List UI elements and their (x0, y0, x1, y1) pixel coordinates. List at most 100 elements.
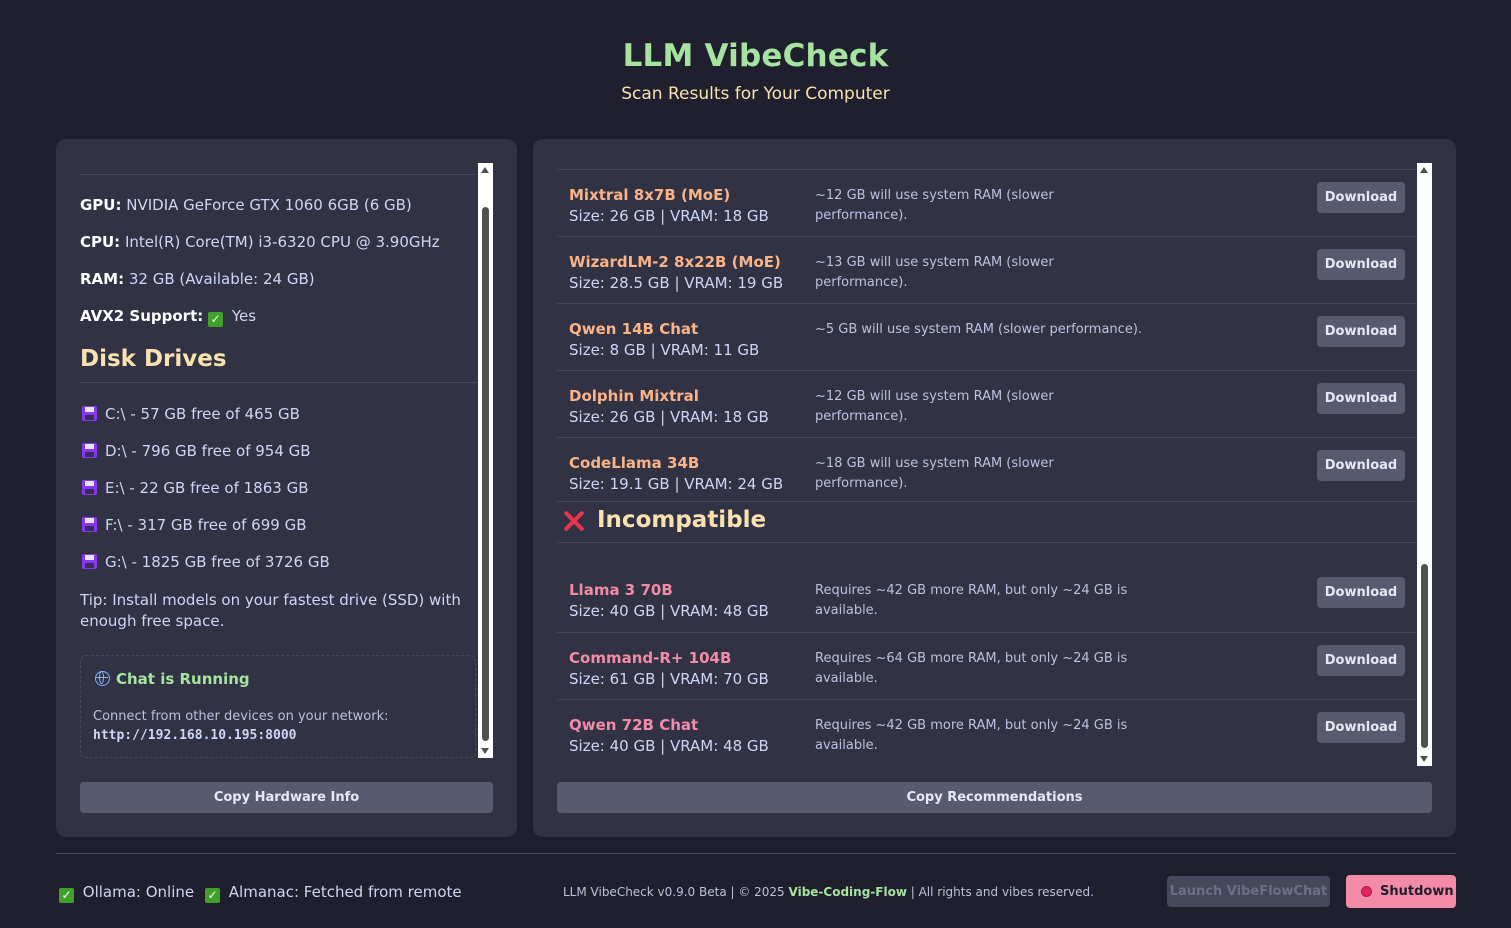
floppy-disk-icon (82, 480, 97, 495)
almanac-status-text: Almanac: Fetched from remote (228, 883, 462, 901)
hardware-scrollbar[interactable] (478, 163, 493, 758)
model-note: ~12 GB will use system RAM (slower perfo… (815, 389, 1054, 424)
model-row: Qwen 72B Chat Size: 40 GB | VRAM: 48 GB … (557, 699, 1416, 766)
shutdown-button[interactable]: Shutdown (1346, 875, 1456, 908)
incompatible-section-header: Incompatible (557, 501, 1416, 543)
model-size: Size: 61 GB | VRAM: 70 GB (569, 670, 769, 688)
check-icon: ✓ (205, 888, 220, 903)
scroll-down-arrow-icon[interactable] (1420, 756, 1428, 762)
ram-label: RAM: (80, 270, 125, 288)
model-row: Mixtral 8x7B (MoE) Size: 26 GB | VRAM: 1… (557, 169, 1416, 236)
copy-recommendations-button[interactable]: Copy Recommendations (557, 782, 1432, 813)
download-button[interactable]: Download (1317, 645, 1405, 676)
drive-text: C:\ - 57 GB free of 465 GB (105, 405, 300, 423)
divider (80, 382, 480, 383)
app-subtitle: Scan Results for Your Computer (621, 84, 890, 104)
model-size: Size: 19.1 GB | VRAM: 24 GB (569, 475, 784, 493)
model-note: Requires ~42 GB more RAM, but only ~24 G… (815, 718, 1128, 753)
drive-item: C:\ - 57 GB free of 465 GB (82, 405, 300, 423)
cpu-info: CPU: Intel(R) Core(TM) i3-6320 CPU @ 3.9… (80, 233, 440, 251)
red-circle-icon (1361, 886, 1372, 897)
cpu-label: CPU: (80, 233, 121, 251)
model-note: Requires ~64 GB more RAM, but only ~24 G… (815, 651, 1128, 686)
gpu-info: GPU: NVIDIA GeForce GTX 1060 6GB (6 GB) (80, 196, 412, 214)
incompatible-title: Incompatible (597, 507, 767, 533)
launch-vibeflowchat-button[interactable]: Launch VibeFlowChat (1167, 876, 1330, 907)
model-size: Size: 26 GB | VRAM: 18 GB (569, 207, 769, 225)
footer-divider (56, 853, 1456, 854)
check-icon: ✓ (59, 888, 74, 903)
drive-text: D:\ - 796 GB free of 954 GB (105, 442, 311, 460)
scroll-up-arrow-icon[interactable] (1420, 167, 1428, 173)
floppy-disk-icon (82, 406, 97, 421)
gpu-label: GPU: (80, 196, 122, 214)
recommendations-scroll-area[interactable]: Mixtral 8x7B (MoE) Size: 26 GB | VRAM: 1… (557, 163, 1432, 766)
drive-item: G:\ - 1825 GB free of 3726 GB (82, 553, 330, 571)
model-note: ~18 GB will use system RAM (slower perfo… (815, 456, 1054, 491)
chat-url[interactable]: http://192.168.10.195:8000 (93, 728, 297, 743)
app-title: LLM VibeCheck (622, 38, 889, 74)
model-note: ~13 GB will use system RAM (slower perfo… (815, 255, 1054, 290)
floppy-disk-icon (82, 554, 97, 569)
cpu-value: Intel(R) Core(TM) i3-6320 CPU @ 3.90GHz (124, 233, 440, 251)
scrollbar-thumb[interactable] (1421, 564, 1428, 748)
hardware-panel: GPU: NVIDIA GeForce GTX 1060 6GB (6 GB) … (56, 139, 517, 837)
avx2-info: AVX2 Support: ✓ Yes (80, 307, 256, 327)
drive-text: G:\ - 1825 GB free of 3726 GB (105, 553, 330, 571)
download-button[interactable]: Download (1317, 182, 1405, 213)
scroll-up-arrow-icon[interactable] (481, 167, 489, 173)
model-size: Size: 28.5 GB | VRAM: 19 GB (569, 274, 784, 292)
brand-link[interactable]: Vibe-Coding-Flow (789, 885, 907, 899)
download-button[interactable]: Download (1317, 577, 1405, 608)
chat-status-title: Chat is Running (95, 670, 250, 688)
hardware-scroll-area[interactable]: GPU: NVIDIA GeForce GTX 1060 6GB (6 GB) … (80, 163, 493, 758)
gpu-value: NVIDIA GeForce GTX 1060 6GB (6 GB) (126, 196, 412, 214)
recommendations-scrollbar[interactable] (1417, 163, 1432, 766)
disk-drives-title: Disk Drives (80, 346, 227, 372)
model-size: Size: 26 GB | VRAM: 18 GB (569, 408, 769, 426)
shutdown-label: Shutdown (1380, 884, 1454, 899)
avx2-label: AVX2 Support: (80, 307, 204, 325)
header: LLM VibeCheck Scan Results for Your Comp… (0, 38, 1511, 104)
drive-item: D:\ - 796 GB free of 954 GB (82, 442, 311, 460)
almanac-status: ✓ Almanac: Fetched from remote (205, 883, 462, 903)
model-row: Llama 3 70B Size: 40 GB | VRAM: 48 GB Re… (557, 565, 1416, 632)
chat-description: Connect from other devices on your netwo… (93, 709, 389, 724)
model-size: Size: 8 GB | VRAM: 11 GB (569, 341, 760, 359)
model-note: ~5 GB will use system RAM (slower perfor… (815, 322, 1143, 337)
download-button[interactable]: Download (1317, 249, 1405, 280)
check-icon: ✓ (208, 312, 224, 327)
chat-status-box: Chat is Running Connect from other devic… (80, 655, 476, 758)
model-size: Size: 40 GB | VRAM: 48 GB (569, 602, 769, 620)
avx2-value: Yes (231, 307, 257, 325)
model-row: CodeLlama 34B Size: 19.1 GB | VRAM: 24 G… (557, 437, 1416, 504)
model-row: Qwen 14B Chat Size: 8 GB | VRAM: 11 GB ~… (557, 303, 1416, 370)
drive-text: F:\ - 317 GB free of 699 GB (105, 516, 307, 534)
scrollbar-thumb[interactable] (482, 207, 489, 741)
drive-text: E:\ - 22 GB free of 1863 GB (105, 479, 309, 497)
model-name: Qwen 72B Chat (569, 716, 699, 734)
model-name: Dolphin Mixtral (569, 387, 699, 405)
model-name: Command-R+ 104B (569, 649, 732, 667)
model-name: CodeLlama 34B (569, 454, 700, 472)
drive-item: E:\ - 22 GB free of 1863 GB (82, 479, 309, 497)
model-note: ~12 GB will use system RAM (slower perfo… (815, 188, 1054, 223)
model-row: Command-R+ 104B Size: 61 GB | VRAM: 70 G… (557, 632, 1416, 699)
model-name: Mixtral 8x7B (MoE) (569, 186, 731, 204)
ram-value: 32 GB (Available: 24 GB) (128, 270, 315, 288)
drive-item: F:\ - 317 GB free of 699 GB (82, 516, 306, 534)
model-name: WizardLM-2 8x22B (MoE) (569, 253, 781, 271)
copy-hardware-info-button[interactable]: Copy Hardware Info (80, 782, 493, 813)
model-row: WizardLM-2 8x22B (MoE) Size: 28.5 GB | V… (557, 236, 1416, 303)
download-button[interactable]: Download (1317, 383, 1405, 414)
divider (80, 174, 476, 175)
version-text: LLM VibeCheck v0.9.0 Beta | © 2025 (563, 885, 789, 899)
ollama-status-text: Ollama: Online (82, 883, 195, 901)
download-button[interactable]: Download (1317, 712, 1405, 743)
ram-info: RAM: 32 GB (Available: 24 GB) (80, 270, 315, 288)
download-button[interactable]: Download (1317, 316, 1405, 347)
ollama-status: ✓ Ollama: Online (59, 883, 194, 903)
model-name: Qwen 14B Chat (569, 320, 699, 338)
download-button[interactable]: Download (1317, 450, 1405, 481)
scroll-down-arrow-icon[interactable] (481, 748, 489, 754)
